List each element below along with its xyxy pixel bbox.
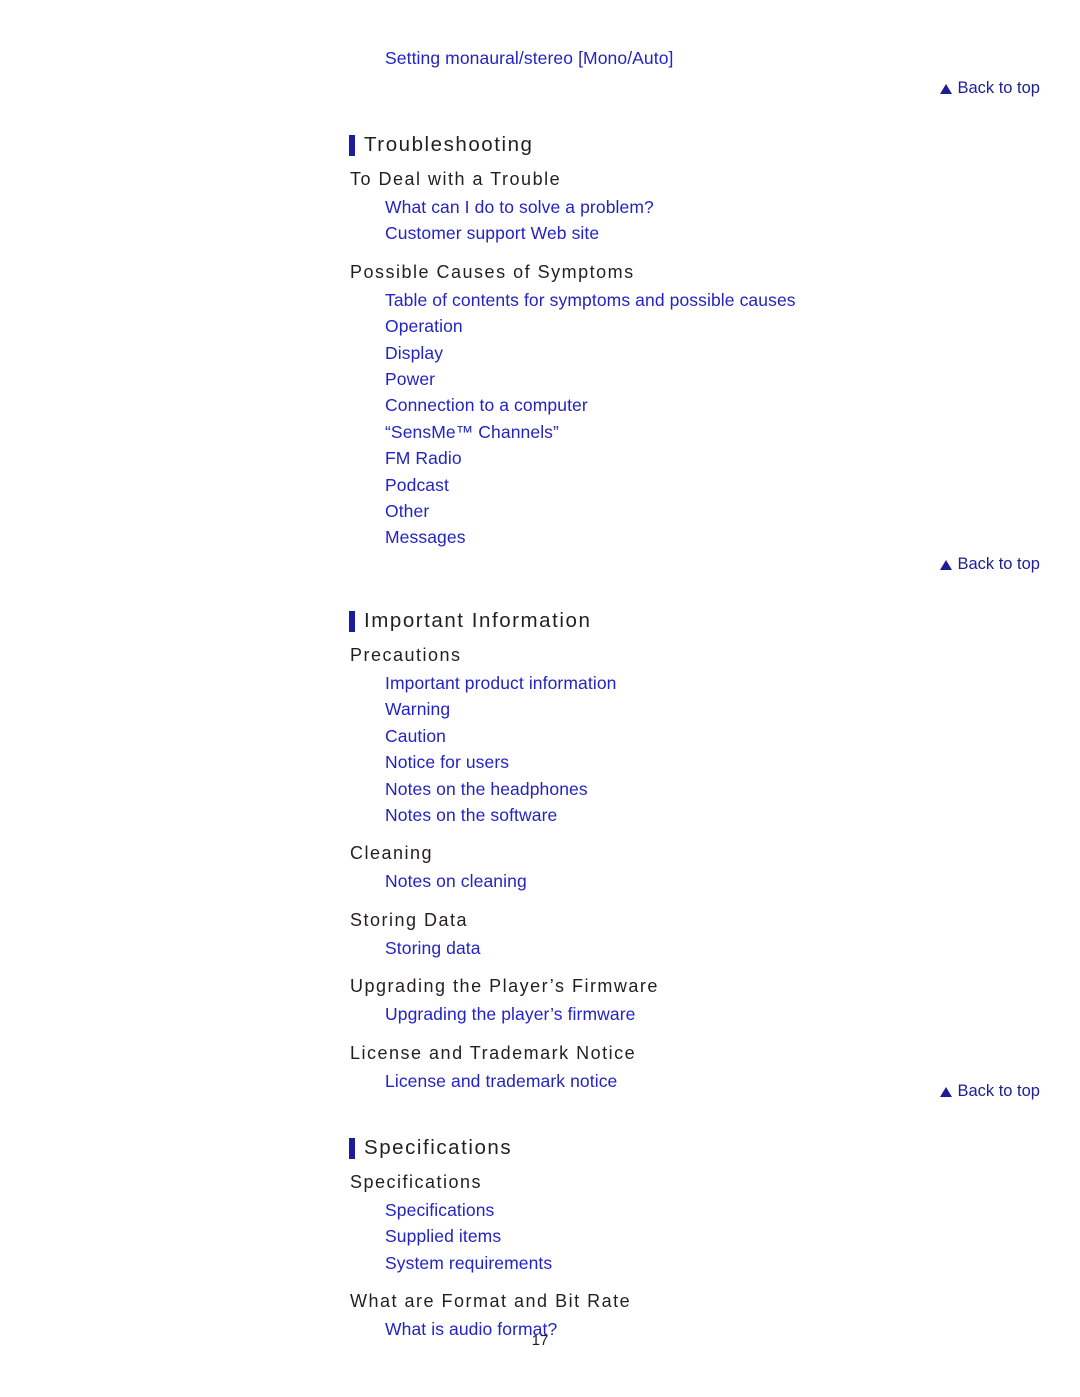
toc-link[interactable]: Supplied items bbox=[385, 1223, 1080, 1249]
toc-link[interactable]: Storing data bbox=[385, 935, 1080, 961]
toc-link[interactable]: Notice for users bbox=[385, 749, 1080, 775]
section-title-text: Specifications bbox=[364, 1136, 513, 1159]
subheading: What are Format and Bit Rate bbox=[350, 1291, 632, 1312]
toc-link[interactable]: Table of contents for symptoms and possi… bbox=[385, 287, 1080, 313]
subheading: Upgrading the Player’s Firmware bbox=[350, 976, 659, 997]
section-specifications: Specifications Specifications Specificat… bbox=[0, 1135, 1080, 1343]
toc-link[interactable]: Caution bbox=[385, 723, 1080, 749]
section-title-text: Important Information bbox=[364, 609, 592, 632]
toc-link[interactable]: “SensMe™ Channels” bbox=[385, 419, 1080, 445]
subheading: Precautions bbox=[350, 645, 462, 665]
link-group: Table of contents for symptoms and possi… bbox=[385, 287, 1080, 551]
orphan-toc-link-row: Setting monaural/stereo [Mono/Auto] bbox=[385, 45, 674, 71]
toc-link[interactable]: Warning bbox=[385, 696, 1080, 722]
section-important-information: Important Information Precautions Import… bbox=[0, 608, 1080, 1094]
toc-link[interactable]: Setting monaural/stereo [Mono/Auto] bbox=[385, 45, 674, 71]
subheading: Specifications bbox=[350, 1172, 483, 1192]
section-title: Troubleshooting bbox=[349, 132, 1080, 158]
toc-link[interactable]: Operation bbox=[385, 313, 1080, 339]
toc-link[interactable]: Connection to a computer bbox=[385, 392, 1080, 418]
back-to-top-label: Back to top bbox=[957, 79, 1040, 97]
toc-link[interactable]: What can I do to solve a problem? bbox=[385, 194, 1080, 220]
toc-link[interactable]: Other bbox=[385, 498, 1080, 524]
link-group: Specifications Supplied items System req… bbox=[385, 1197, 1080, 1276]
link-group: What can I do to solve a problem? Custom… bbox=[385, 194, 1080, 247]
back-to-top-link[interactable]: Back to top bbox=[940, 78, 1040, 98]
toc-link[interactable]: Customer support Web site bbox=[385, 220, 1080, 246]
link-group: Notes on cleaning bbox=[385, 868, 1080, 894]
toc-link[interactable]: System requirements bbox=[385, 1250, 1080, 1276]
back-to-top-link[interactable]: Back to top bbox=[940, 1081, 1040, 1101]
triangle-up-icon bbox=[940, 1087, 953, 1097]
toc-link[interactable]: FM Radio bbox=[385, 445, 1080, 471]
toc-link[interactable]: Specifications bbox=[385, 1197, 1080, 1223]
toc-link[interactable]: Notes on the software bbox=[385, 802, 1080, 828]
subheading: Cleaning bbox=[350, 843, 434, 864]
subheading: Possible Causes of Symptoms bbox=[350, 261, 635, 282]
toc-link[interactable]: Podcast bbox=[385, 472, 1080, 498]
back-to-top-label: Back to top bbox=[957, 555, 1040, 573]
section-title-text: Troubleshooting bbox=[364, 133, 534, 156]
link-group: Important product information Warning Ca… bbox=[385, 670, 1080, 828]
document-page: Setting monaural/stereo [Mono/Auto] Back… bbox=[0, 0, 1080, 1397]
section-troubleshooting: Troubleshooting To Deal with a Trouble W… bbox=[0, 132, 1080, 551]
back-to-top-link[interactable]: Back to top bbox=[940, 554, 1040, 574]
subheading: License and Trademark Notice bbox=[350, 1042, 637, 1063]
toc-link[interactable]: Display bbox=[385, 340, 1080, 366]
subheading: Storing Data bbox=[350, 909, 469, 930]
toc-link[interactable]: Notes on the headphones bbox=[385, 776, 1080, 802]
toc-link[interactable]: Important product information bbox=[385, 670, 1080, 696]
back-to-top-label: Back to top bbox=[957, 1082, 1040, 1100]
section-title: Specifications bbox=[349, 1135, 1080, 1161]
subheading: To Deal with a Trouble bbox=[350, 169, 562, 189]
section-title: Important Information bbox=[349, 608, 1080, 634]
section-accent-bar bbox=[349, 134, 355, 156]
toc-link[interactable]: Upgrading the player’s firmware bbox=[385, 1001, 1080, 1027]
toc-link[interactable]: Power bbox=[385, 366, 1080, 392]
triangle-up-icon bbox=[940, 560, 953, 570]
link-group: Storing data bbox=[385, 935, 1080, 961]
toc-link[interactable]: Notes on cleaning bbox=[385, 868, 1080, 894]
triangle-up-icon bbox=[940, 84, 953, 94]
section-accent-bar bbox=[349, 1137, 355, 1159]
section-accent-bar bbox=[349, 610, 355, 632]
page-number: 17 bbox=[531, 1332, 549, 1349]
link-group: Upgrading the player’s firmware bbox=[385, 1001, 1080, 1027]
toc-link[interactable]: Messages bbox=[385, 524, 1080, 550]
